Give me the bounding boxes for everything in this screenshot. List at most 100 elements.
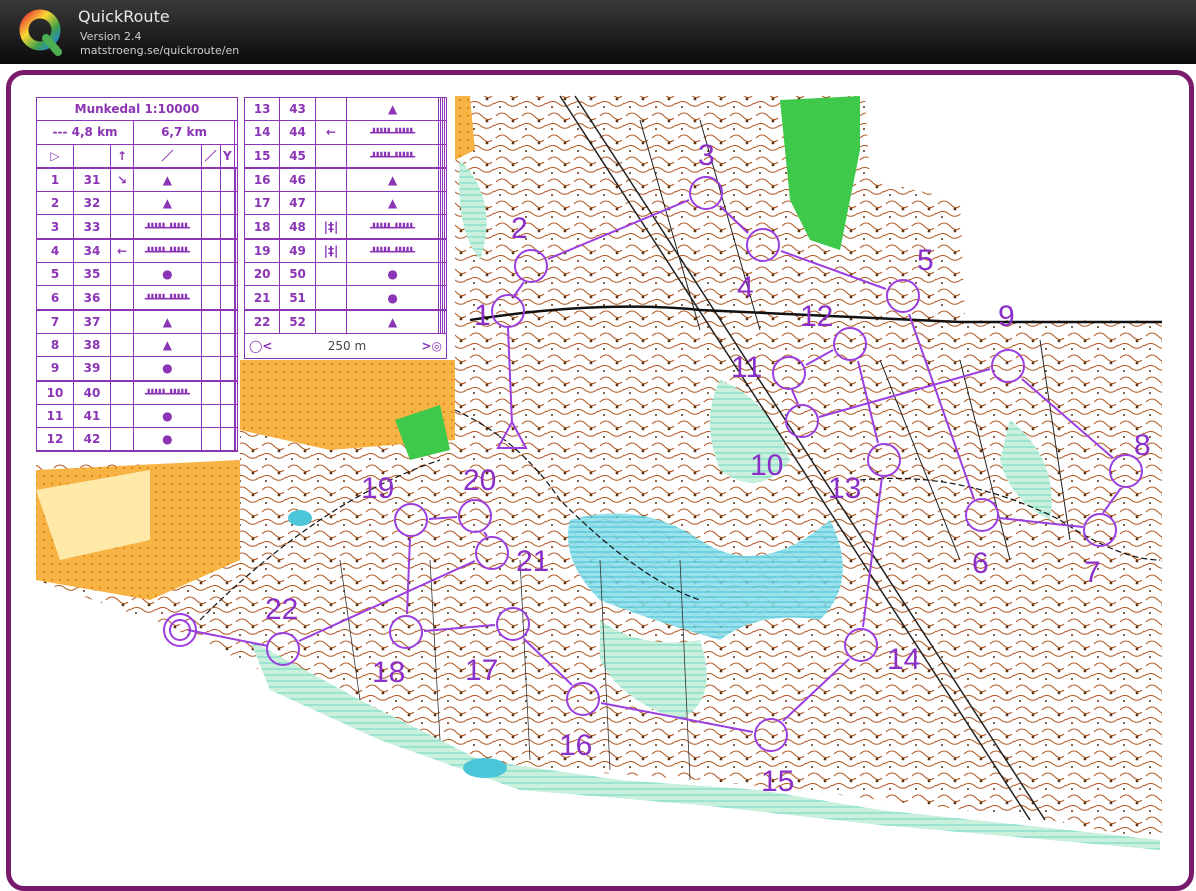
description-cell	[109, 191, 135, 216]
description-row: 1 31 ↘ ▲	[36, 167, 238, 193]
description-cell: ᚊᚊ	[346, 214, 439, 240]
description-cell	[443, 120, 448, 145]
description-cell: ●	[133, 356, 202, 382]
description-cell: ↘	[109, 167, 135, 193]
control-code: 49	[279, 238, 316, 264]
start-symbol-3: ／	[133, 143, 202, 169]
description-cell	[109, 403, 135, 429]
description-cell: ᚊᚊ	[346, 120, 439, 145]
description-cell	[200, 356, 221, 382]
description-cell	[235, 238, 238, 264]
control-number: 11	[36, 403, 74, 429]
description-row: 14 44 ← ᚊᚊ	[243, 120, 448, 145]
control-code: 31	[72, 167, 111, 193]
description-row: 5 35 ●	[36, 262, 238, 287]
control-number: 21	[243, 285, 281, 311]
description-cell	[200, 427, 221, 453]
description-row: 22 52 ▲	[243, 309, 448, 334]
description-row: 15 45 ᚊᚊ	[243, 143, 448, 169]
description-cell	[314, 262, 348, 287]
description-cell: ᚊᚊ	[346, 238, 439, 264]
description-row: 7 37 ▲	[36, 309, 238, 334]
description-cell	[200, 167, 221, 193]
description-cell	[443, 214, 448, 240]
control-code: 41	[72, 403, 111, 429]
description-cell	[109, 285, 135, 311]
control-code: 36	[72, 285, 111, 311]
control-number: 14	[243, 120, 281, 145]
control-code: 46	[279, 167, 316, 193]
control-code: 44	[279, 120, 316, 145]
description-cell	[443, 309, 448, 334]
course-length-a: --- 4,8 km	[35, 120, 135, 145]
description-cell	[200, 191, 221, 216]
control-number: 3	[36, 214, 74, 240]
description-cell	[109, 427, 135, 453]
description-cell: ᚊᚊ	[133, 285, 202, 311]
control-number: 17	[243, 191, 281, 216]
description-cell	[200, 332, 221, 358]
control-number: 19	[243, 238, 281, 264]
control-number: 15	[243, 143, 281, 169]
description-cell	[200, 380, 221, 405]
control-number: 2	[36, 191, 74, 216]
description-row: 2 32 ▲	[36, 191, 238, 216]
control-description-sheet-left: Munkedal 1:10000 --- 4,8 km 6,7 km ▷ ↑ ／／ Y …	[35, 96, 239, 453]
description-cell	[219, 356, 235, 382]
description-cell	[219, 191, 235, 216]
start-symbol-0: ▷	[36, 143, 74, 169]
description-row: 12 42 ●	[36, 427, 238, 453]
description-cell	[219, 403, 235, 429]
description-cell	[314, 285, 348, 311]
description-cell	[235, 332, 238, 358]
control-number: 6	[36, 285, 74, 311]
description-cell: ᚊᚊ	[133, 238, 202, 264]
start-symbol-2: ↑	[109, 143, 135, 169]
control-number: 22	[243, 309, 281, 334]
description-cell	[314, 96, 348, 122]
control-number: 9	[36, 356, 74, 382]
control-number: 7	[36, 309, 74, 334]
description-cell: ᚊᚊ	[133, 380, 202, 405]
description-cell	[235, 262, 238, 287]
description-cell: ᚊᚊ	[346, 143, 439, 169]
description-cell	[219, 427, 235, 453]
control-number: 18	[243, 214, 281, 240]
control-code: 37	[72, 309, 111, 334]
description-row: 16 46 ▲	[243, 167, 448, 193]
description-cell	[219, 238, 235, 264]
description-cell	[443, 191, 448, 216]
description-row: 8 38 ▲	[36, 332, 238, 358]
description-cell	[235, 403, 238, 429]
control-code: 39	[72, 356, 111, 382]
description-cell	[314, 191, 348, 216]
description-cell: ▲	[133, 332, 202, 358]
description-cell: |‡|	[314, 214, 348, 240]
control-number: 1	[36, 167, 74, 193]
finish-distance: 250 m	[327, 338, 367, 353]
control-code: 42	[72, 427, 111, 453]
event-title: Munkedal 1:10000	[36, 96, 238, 122]
description-cell: ▲	[346, 96, 439, 122]
control-number: 5	[36, 262, 74, 287]
control-number: 20	[243, 262, 281, 287]
description-cell: ●	[133, 403, 202, 429]
description-cell: ●	[346, 262, 439, 287]
description-row: 18 48 |‡| ᚊᚊ	[243, 214, 448, 240]
description-cell	[314, 309, 348, 334]
start-symbol-4: ／	[200, 143, 221, 169]
description-cell: ●	[133, 427, 202, 453]
description-cell: ▲	[133, 309, 202, 334]
description-cell	[235, 191, 238, 216]
description-cell	[200, 238, 221, 264]
description-cell	[200, 309, 221, 334]
description-cell: |‡|	[314, 238, 348, 264]
description-cell	[109, 356, 135, 382]
control-code: 45	[279, 143, 316, 169]
control-code: 40	[72, 380, 111, 405]
description-cell: ▲	[133, 167, 202, 193]
control-code: 32	[72, 191, 111, 216]
description-cell: ←	[314, 120, 348, 145]
start-symbol-5: Y	[219, 143, 235, 169]
control-number: 4	[36, 238, 74, 264]
